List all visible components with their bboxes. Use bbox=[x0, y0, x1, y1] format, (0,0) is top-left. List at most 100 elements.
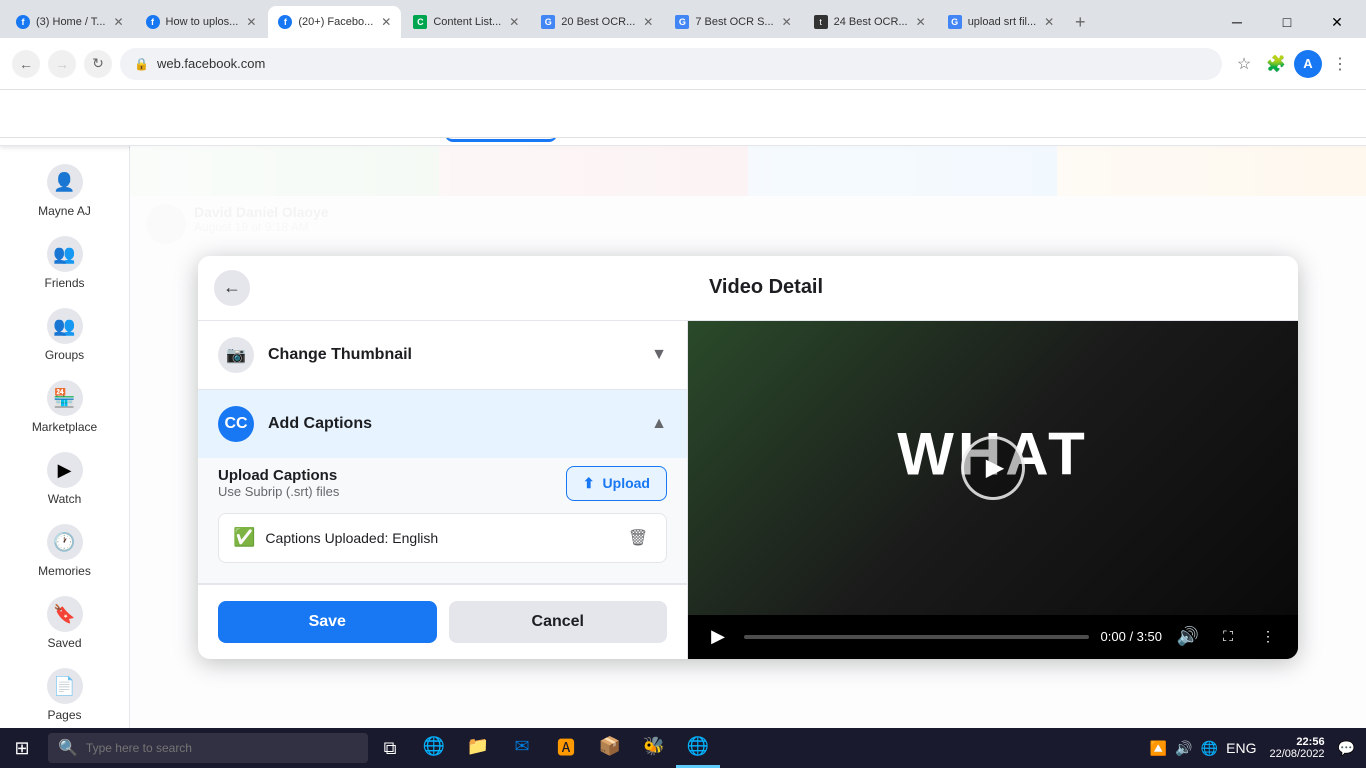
video-progress-bar[interactable] bbox=[744, 635, 1089, 639]
change-thumbnail-header[interactable]: 📷 Change Thumbnail ▼ bbox=[198, 321, 687, 389]
sidebar-item-friends[interactable]: 👥 Friends bbox=[4, 228, 125, 298]
tab-1-close[interactable]: ✕ bbox=[113, 15, 123, 29]
taskbar-app-mail[interactable]: ✉ bbox=[500, 728, 544, 768]
address-bar[interactable]: 🔒 web.facebook.com bbox=[120, 48, 1222, 80]
sidebar-watch-label: Watch bbox=[48, 492, 82, 506]
tab-6-close[interactable]: ✕ bbox=[782, 15, 792, 29]
tray-lang-label[interactable]: ENG bbox=[1223, 738, 1259, 758]
video-time: 0:00 / 3:50 bbox=[1101, 629, 1162, 644]
delete-caption-button[interactable]: 🗑 bbox=[624, 524, 652, 552]
sidebar-item-saved[interactable]: 🔖 Saved bbox=[4, 588, 125, 658]
sidebar-item-marketplace[interactable]: 🏪 Marketplace bbox=[4, 372, 125, 442]
sidebar-memories-label: Memories bbox=[38, 564, 91, 578]
sidebar-profile-label: Mayne AJ bbox=[38, 204, 91, 218]
bookmark-button[interactable]: ☆ bbox=[1230, 50, 1258, 78]
window-controls: ─ □ ✕ bbox=[1214, 6, 1360, 38]
modal-title: Video Detail bbox=[250, 276, 1282, 299]
taskbar-app-edge[interactable]: 🌐 bbox=[412, 728, 456, 768]
profile-menu[interactable]: A bbox=[1294, 50, 1322, 78]
upload-captions-button[interactable]: ⬆ Upload bbox=[566, 466, 667, 501]
saved-icon: 🔖 bbox=[47, 596, 83, 632]
tray-network-icon[interactable]: 🌐 bbox=[1198, 738, 1221, 759]
close-button[interactable]: ✕ bbox=[1314, 6, 1360, 38]
memories-icon: 🕐 bbox=[47, 524, 83, 560]
taskbar-search-bar[interactable]: 🔍 bbox=[48, 733, 368, 763]
sidebar-item-profile[interactable]: 👤 Mayne AJ bbox=[4, 156, 125, 226]
sidebar-pages-label: Pages bbox=[47, 708, 81, 722]
tab-5[interactable]: G 20 Best OCR... ✕ bbox=[531, 6, 663, 38]
tab-4[interactable]: C Content List... ✕ bbox=[403, 6, 529, 38]
tab-7-label: 24 Best OCR... bbox=[834, 16, 908, 28]
extensions-button[interactable]: 🧩 bbox=[1262, 50, 1290, 78]
new-tab-button[interactable]: + bbox=[1066, 8, 1094, 36]
tab-6[interactable]: G 7 Best OCR S... ✕ bbox=[665, 6, 801, 38]
upload-label: Upload bbox=[603, 475, 650, 491]
tab-3-close[interactable]: ✕ bbox=[381, 15, 391, 29]
video-play-button[interactable]: ▶ bbox=[704, 623, 732, 651]
sidebar-item-pages[interactable]: 📄 Pages bbox=[4, 660, 125, 730]
task-view-button[interactable]: ⧉ bbox=[372, 730, 408, 766]
tray-expand-icon[interactable]: 🔼 bbox=[1147, 738, 1170, 759]
tab-2[interactable]: f How to uplos... ✕ bbox=[136, 6, 267, 38]
modal-body: 📷 Change Thumbnail ▼ CC Add Captions ▲ bbox=[198, 321, 1298, 659]
thumbnail-arrow: ▼ bbox=[651, 346, 667, 364]
tab-8[interactable]: G upload srt fil... ✕ bbox=[938, 6, 1065, 38]
notification-center-icon[interactable]: 💬 bbox=[1335, 738, 1358, 759]
forward-button[interactable]: → bbox=[48, 50, 76, 78]
taskbar-app-amazon[interactable]: 🅰 bbox=[544, 728, 588, 768]
tab-8-close[interactable]: ✕ bbox=[1044, 15, 1054, 29]
tab-1[interactable]: f (3) Home / T... ✕ bbox=[6, 6, 134, 38]
upload-captions-title: Upload Captions bbox=[218, 467, 339, 484]
start-button[interactable]: ⊞ bbox=[0, 728, 44, 768]
sidebar-groups-label: Groups bbox=[45, 348, 84, 362]
watch-icon: ▶ bbox=[47, 452, 83, 488]
upload-icon: ⬆ bbox=[583, 475, 595, 492]
upload-captions-row: Upload Captions Use Subrip (.srt) files … bbox=[218, 466, 667, 501]
profile-icon: 👤 bbox=[47, 164, 83, 200]
more-options-button[interactable]: ⋮ bbox=[1254, 623, 1282, 651]
system-clock[interactable]: 22:56 22/08/2022 bbox=[1262, 736, 1333, 760]
change-thumbnail-accordion: 📷 Change Thumbnail ▼ bbox=[198, 321, 687, 390]
volume-button[interactable]: 🔊 bbox=[1174, 623, 1202, 651]
tab-3-label: (20+) Facebo... bbox=[298, 16, 373, 28]
marketplace-icon: 🏪 bbox=[47, 380, 83, 416]
caption-text: Captions Uploaded: English bbox=[265, 530, 614, 546]
save-button[interactable]: Save bbox=[218, 601, 437, 643]
modal-back-button[interactable]: ← bbox=[214, 270, 250, 306]
modal-left-panel: 📷 Change Thumbnail ▼ CC Add Captions ▲ bbox=[198, 321, 688, 659]
sidebar-marketplace-label: Marketplace bbox=[32, 420, 97, 434]
tab-7[interactable]: t 24 Best OCR... ✕ bbox=[804, 6, 936, 38]
play-icon: ▶ bbox=[986, 453, 1004, 482]
main-area: 👤 Mayne AJ 👥 Friends 👥 Groups 🏪 Marketpl… bbox=[0, 146, 1366, 768]
add-captions-header[interactable]: CC Add Captions ▲ bbox=[198, 390, 687, 458]
cancel-button[interactable]: Cancel bbox=[449, 601, 668, 643]
tab-3[interactable]: f (20+) Facebo... ✕ bbox=[268, 6, 401, 38]
taskbar-app-chrome[interactable]: 🌐 bbox=[676, 728, 720, 768]
tray-volume-icon[interactable]: 🔊 bbox=[1172, 738, 1195, 759]
reload-button[interactable]: ↻ bbox=[84, 50, 112, 78]
tab-4-label: Content List... bbox=[433, 16, 501, 28]
taskbar-app-file-explorer[interactable]: 📁 bbox=[456, 728, 500, 768]
captions-arrow: ▲ bbox=[651, 415, 667, 433]
tab-4-close[interactable]: ✕ bbox=[509, 15, 519, 29]
taskbar-app-dropbox[interactable]: 📦 bbox=[588, 728, 632, 768]
settings-button[interactable]: ⋮ bbox=[1326, 50, 1354, 78]
maximize-button[interactable]: □ bbox=[1264, 6, 1310, 38]
address-text: web.facebook.com bbox=[157, 56, 265, 71]
sidebar-item-memories[interactable]: 🕐 Memories bbox=[4, 516, 125, 586]
play-button[interactable]: ▶ bbox=[961, 436, 1025, 500]
fullscreen-button[interactable]: ⛶ bbox=[1214, 623, 1242, 651]
thumbnail-icon: 📷 bbox=[218, 337, 254, 373]
upload-captions-subtitle: Use Subrip (.srt) files bbox=[218, 484, 339, 499]
tab-7-close[interactable]: ✕ bbox=[916, 15, 926, 29]
modal-header: ← Video Detail bbox=[198, 256, 1298, 321]
video-controls: ▶ 0:00 / 3:50 🔊 ⛶ ⋮ bbox=[688, 615, 1298, 659]
sidebar-item-groups[interactable]: 👥 Groups bbox=[4, 300, 125, 370]
taskbar-app-unknown1[interactable]: 🐝 bbox=[632, 728, 676, 768]
back-button[interactable]: ← bbox=[12, 50, 40, 78]
sidebar-item-watch[interactable]: ▶ Watch bbox=[4, 444, 125, 514]
minimize-button[interactable]: ─ bbox=[1214, 6, 1260, 38]
tab-2-close[interactable]: ✕ bbox=[246, 15, 256, 29]
tab-5-close[interactable]: ✕ bbox=[643, 15, 653, 29]
taskbar-search-input[interactable] bbox=[86, 741, 346, 755]
